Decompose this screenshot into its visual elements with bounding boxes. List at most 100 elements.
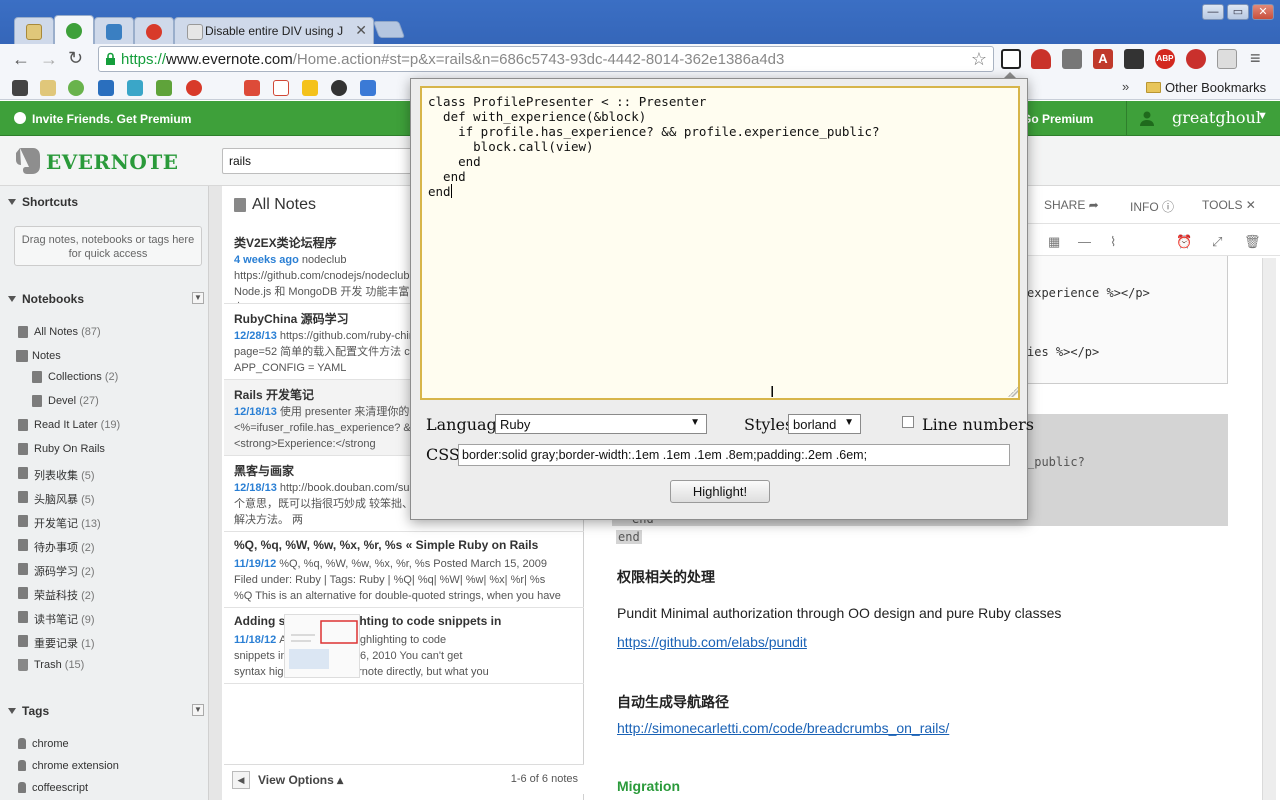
view-options-button[interactable]: View Options ▴	[258, 773, 343, 787]
styles-select[interactable]: borland ▼	[788, 414, 861, 434]
bookmark-10-icon[interactable]	[331, 80, 347, 96]
search-input[interactable]: rails	[222, 148, 414, 174]
weibo-tab-icon	[146, 24, 162, 40]
sidebar-item-trash[interactable]: Trash (15)	[34, 659, 84, 671]
gmail-bookmark-icon[interactable]	[273, 80, 289, 96]
glasses-extension-icon[interactable]	[1062, 49, 1082, 69]
notebook-count: (19)	[100, 419, 121, 431]
sidebar-item-dev-notes[interactable]: 开发笔记 (13)	[34, 515, 101, 531]
tools-button[interactable]: TOOLS ✕	[1202, 198, 1256, 212]
tab-bin[interactable]	[94, 17, 134, 44]
forward-icon[interactable]: →	[40, 49, 58, 70]
sidebar-item-brainstorm[interactable]: 头脑风暴 (5)	[34, 491, 95, 507]
share-button[interactable]: SHARE ➦	[1044, 198, 1099, 212]
horizontal-rule-icon[interactable]: —	[1078, 234, 1094, 249]
maximize-button[interactable]: ▭	[1227, 4, 1249, 20]
bookmark-7-icon[interactable]	[186, 80, 202, 96]
breadcrumbs-link[interactable]: http://simonecarletti.com/code/breadcrum…	[617, 720, 949, 736]
editor-scrollbar[interactable]	[1262, 258, 1276, 800]
sofa-extension-icon[interactable]	[1031, 49, 1051, 69]
css-input[interactable]: border:solid gray;border-width:.1em .1em…	[458, 444, 1010, 466]
notebooks-options-dropdown[interactable]: ▼	[192, 292, 204, 304]
user-menu[interactable]: greatghoul ▼	[1126, 101, 1280, 136]
note-date: 12/28/13	[234, 330, 277, 342]
more-bookmarks-chevron[interactable]: »	[1122, 79, 1129, 94]
reload-icon[interactable]: ↻	[68, 48, 83, 69]
sidebar-item-notes-stack[interactable]: Notes	[32, 350, 61, 362]
note-date: 12/18/13	[234, 482, 277, 494]
bookmark-6-icon[interactable]	[156, 80, 172, 96]
list-item[interactable]: %Q, %q, %W, %w, %x, %r, %s « Simple Ruby…	[224, 532, 584, 608]
tab-weibo[interactable]	[134, 17, 174, 44]
highlight-button[interactable]: Highlight!	[670, 480, 770, 503]
sidebar-item-todo[interactable]: 待办事项 (2)	[34, 539, 95, 555]
tab-disable-div[interactable]: Disable entire DIV using J ✕	[174, 17, 374, 44]
bookmark-5-icon[interactable]	[127, 80, 143, 96]
resize-handle[interactable]	[1008, 387, 1018, 397]
styles-label: Styles	[744, 415, 794, 434]
sidebar-item-read-it-later[interactable]: Read It Later (19)	[34, 419, 120, 431]
adblock-extension-icon[interactable]: ABP	[1155, 49, 1175, 69]
calendar-bookmark-icon[interactable]	[360, 80, 376, 96]
section-heading: 自动生成导航路径	[617, 694, 729, 710]
reminder-icon[interactable]: ⏰	[1176, 234, 1192, 249]
info-button[interactable]: INFO ⓘ	[1130, 198, 1174, 215]
code-textarea[interactable]: class ProfilePresenter < :: Presenter de…	[420, 86, 1020, 400]
sidebar-item-reading-notes[interactable]: 读书笔记 (9)	[34, 611, 95, 627]
other-bookmarks[interactable]: Other Bookmarks	[1146, 80, 1266, 95]
sidebar-item-all-notes[interactable]: All Notes (87)	[34, 326, 101, 338]
invite-friends-link[interactable]: Invite Friends. Get Premium	[14, 112, 191, 126]
bookmark-4-icon[interactable]	[98, 80, 114, 96]
list-item[interactable]: Adding syntax highlighting to code snipp…	[224, 608, 584, 684]
sidebar-item-rongyi[interactable]: 荣益科技 (2)	[34, 587, 95, 603]
expand-arrow-icon[interactable]: ◀	[232, 771, 250, 789]
bookmark-star-icon[interactable]: ☆	[971, 49, 987, 70]
tab-evernote[interactable]	[54, 15, 94, 44]
attachment-icon[interactable]: ⌇	[1110, 234, 1126, 249]
sidebar-tag-chrome[interactable]: chrome	[32, 738, 69, 750]
tags-options-dropdown[interactable]: ▼	[192, 704, 204, 716]
acrobat-extension-icon[interactable]: A	[1093, 49, 1113, 69]
language-select[interactable]: Ruby ▼	[495, 414, 707, 434]
keep-bookmark-icon[interactable]	[302, 80, 318, 96]
pundit-link[interactable]: https://github.com/elabs/pundit	[617, 634, 807, 650]
trash-icon[interactable]: 🗑	[1244, 234, 1261, 249]
tags-heading[interactable]: Tags	[8, 704, 49, 718]
sidebar-item-ruby-on-rails[interactable]: Ruby On Rails	[34, 443, 105, 455]
menu-icon[interactable]: ≡	[1250, 48, 1261, 69]
shortcuts-dropzone[interactable]: Drag notes, notebooks or tags here for q…	[14, 226, 202, 266]
sidebar-tag-chrome-extension[interactable]: chrome extension	[32, 760, 119, 772]
sidebar-item-important[interactable]: 重要记录 (1)	[34, 635, 95, 651]
back-icon[interactable]: ←	[12, 49, 30, 70]
sidebar-item-source-study[interactable]: 源码学习 (2)	[34, 563, 95, 579]
tag-icon	[18, 782, 26, 793]
lock-icon	[106, 52, 115, 65]
go-premium-link[interactable]: Go Premium	[1022, 112, 1093, 126]
close-tab-icon[interactable]: ✕	[355, 22, 367, 39]
sidebar-tag-coffeescript[interactable]: coffeescript	[32, 782, 88, 794]
google-plus-bookmark-icon[interactable]	[244, 80, 260, 96]
note-date: 12/18/13	[234, 406, 277, 418]
sidebar-scrollbar[interactable]	[208, 186, 222, 800]
table-icon[interactable]: ▦	[1048, 234, 1064, 249]
expand-icon[interactable]: ⤢	[1212, 234, 1228, 249]
bookmark-3-icon[interactable]	[68, 80, 84, 96]
bookmark-1-icon[interactable]	[12, 80, 28, 96]
minimize-button[interactable]: —	[1202, 4, 1224, 20]
tab-notebook[interactable]	[14, 17, 54, 44]
sidebar-item-devel[interactable]: Devel (27)	[48, 395, 99, 407]
sidebar-item-list-collect[interactable]: 列表收集 (5)	[34, 467, 95, 483]
tools-extension-icon[interactable]	[1217, 49, 1237, 69]
code-highlighter-extension-icon[interactable]	[1001, 49, 1021, 69]
close-window-button[interactable]: ✕	[1252, 4, 1274, 20]
notebook-count: (9)	[81, 614, 95, 626]
rss-extension-icon[interactable]	[1186, 49, 1206, 69]
address-bar[interactable]: https://www.evernote.com/Home.action#st=…	[98, 46, 994, 72]
notebook-icon	[18, 635, 28, 647]
bookmark-2-icon[interactable]	[40, 80, 56, 96]
sidebar-item-collections[interactable]: Collections (2)	[48, 371, 118, 383]
stylish-extension-icon[interactable]	[1124, 49, 1144, 69]
line-numbers-checkbox[interactable]	[902, 416, 914, 428]
notebooks-heading[interactable]: Notebooks	[8, 292, 84, 306]
shortcuts-heading[interactable]: Shortcuts	[8, 195, 78, 209]
